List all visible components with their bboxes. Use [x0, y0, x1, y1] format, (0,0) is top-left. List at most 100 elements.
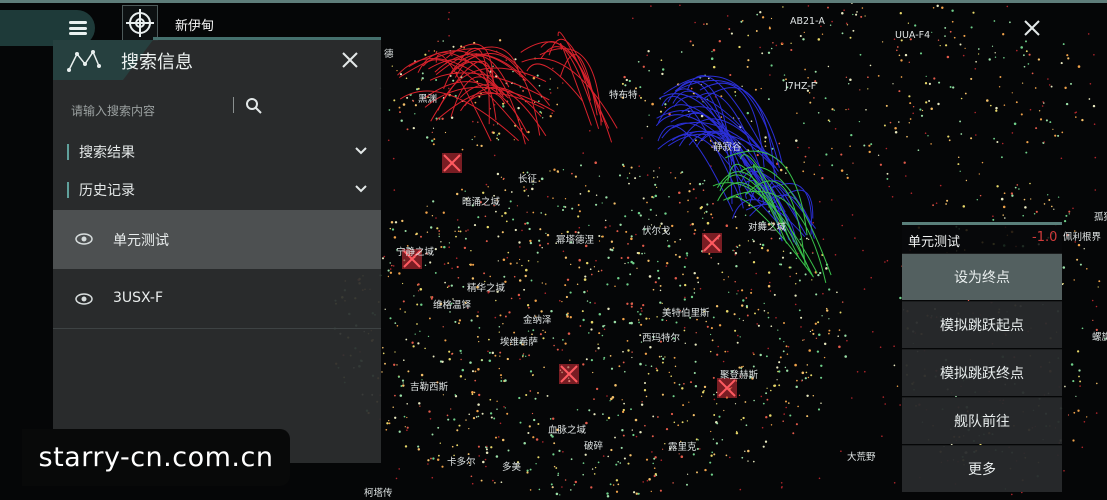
star-dot: [1063, 470, 1065, 472]
star-dot: [1030, 198, 1032, 200]
star-dot: [508, 311, 511, 314]
star-dot: [469, 263, 471, 266]
star-dot: [684, 283, 687, 287]
star-dot: [524, 274, 527, 278]
star-dot: [470, 475, 473, 478]
star-dot: [639, 313, 642, 316]
star-dot: [789, 414, 792, 417]
system-label: 多美: [502, 461, 522, 473]
star-dot: [629, 273, 632, 276]
star-dot: [529, 241, 533, 245]
star-dot: [442, 326, 444, 328]
star-dot: [458, 322, 460, 325]
star-dot: [877, 154, 880, 156]
search-button[interactable]: [245, 97, 263, 115]
star-dot: [405, 77, 408, 79]
star-dot: [841, 301, 844, 303]
star-dot: [603, 328, 606, 331]
star-dot: [825, 307, 828, 310]
star-dot: [754, 312, 756, 315]
close-map-button[interactable]: [1018, 14, 1046, 42]
star-dot: [711, 451, 714, 454]
star-dot: [623, 402, 625, 405]
star-dot: [398, 468, 401, 470]
star-dot: [692, 188, 695, 191]
star-dot: [749, 252, 751, 254]
star-dot: [411, 341, 414, 344]
star-dot: [769, 414, 772, 417]
star-dot: [829, 24, 832, 26]
star-dot: [1025, 151, 1028, 154]
star-dot: [624, 370, 626, 373]
star-dot: [610, 240, 614, 243]
star-dot: [678, 453, 680, 455]
star-dot: [949, 86, 952, 88]
star-dot: [827, 65, 830, 68]
star-dot: [721, 439, 724, 441]
star-dot: [949, 30, 952, 33]
star-dot: [638, 165, 640, 167]
panel-close-button[interactable]: [340, 50, 360, 70]
star-dot: [1038, 110, 1041, 112]
star-dot: [941, 6, 944, 10]
star-dot: [1095, 305, 1098, 308]
star-dot: [640, 403, 644, 406]
star-dot: [637, 492, 640, 495]
history-item[interactable]: 单元测试: [53, 210, 381, 269]
star-dot: [860, 15, 863, 18]
star-dot: [396, 325, 399, 327]
system-label: 金纳泽: [523, 314, 552, 326]
simulate-jump-end-button[interactable]: 模拟跳跃终点: [902, 349, 1062, 396]
section-search-results[interactable]: 搜索结果: [67, 140, 367, 164]
star-dot: [606, 419, 608, 421]
star-dot: [518, 396, 521, 400]
star-dot: [818, 164, 821, 166]
search-input[interactable]: [71, 104, 231, 118]
star-dot: [935, 202, 938, 204]
star-dot: [439, 442, 441, 444]
star-dot: [472, 417, 476, 420]
star-dot: [780, 486, 783, 489]
star-dot: [756, 154, 759, 157]
star-dot: [851, 214, 854, 216]
star-dot: [461, 148, 464, 151]
set-destination-button[interactable]: 设为终点: [902, 253, 1062, 300]
star-dot: [1076, 350, 1080, 353]
star-dot: [621, 399, 623, 401]
locate-button[interactable]: [122, 5, 158, 41]
star-dot: [457, 226, 460, 229]
star-dot: [847, 82, 850, 85]
star-dot: [492, 131, 495, 135]
history-item[interactable]: 3USX-F: [53, 270, 381, 329]
star-dot: [795, 272, 798, 275]
star-dot: [1098, 280, 1101, 283]
section-history[interactable]: 历史记录: [67, 178, 367, 202]
star-dot: [486, 445, 488, 448]
star-dot: [392, 406, 394, 408]
star-dot: [583, 278, 587, 281]
system-label: 柯塔传: [364, 487, 393, 499]
star-dot: [590, 359, 594, 362]
simulate-jump-start-button[interactable]: 模拟跳跃起点: [902, 301, 1062, 348]
star-dot: [736, 293, 738, 295]
star-dot: [586, 300, 589, 302]
star-dot: [1067, 414, 1070, 416]
star-dot: [617, 276, 620, 280]
star-dot: [815, 293, 818, 296]
star-dot: [646, 201, 648, 204]
star-dot: [488, 359, 492, 363]
star-dot: [1093, 54, 1095, 56]
star-dot: [651, 451, 653, 453]
star-dot: [500, 481, 503, 484]
star-dot: [764, 140, 767, 143]
star-dot: [603, 358, 605, 360]
star-dot: [590, 328, 593, 331]
star-dot: [645, 458, 649, 461]
star-dot: [551, 112, 553, 114]
more-button[interactable]: 更多: [902, 445, 1062, 492]
fleet-goto-button[interactable]: 舰队前往: [902, 397, 1062, 444]
star-dot: [776, 366, 779, 369]
star-dot: [527, 195, 530, 197]
star-dot: [1075, 111, 1077, 113]
star-dot: [541, 246, 543, 249]
